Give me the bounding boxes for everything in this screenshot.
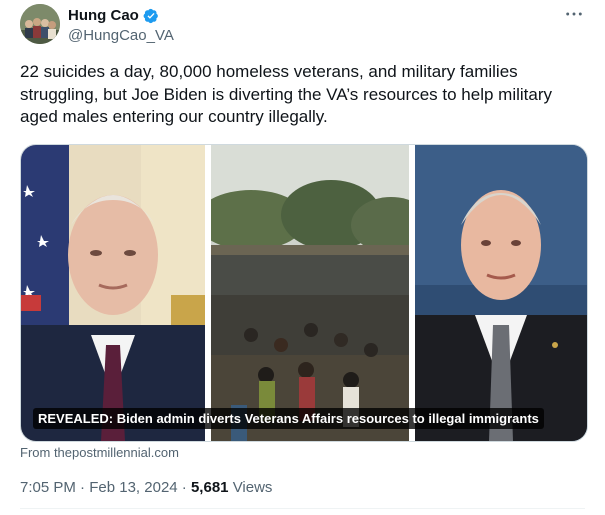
avatar[interactable]	[20, 4, 60, 44]
media-caption: REVEALED: Biden admin diverts Veterans A…	[33, 408, 544, 429]
divider	[20, 508, 585, 509]
tweet-card: Hung Cao @HungCao_VA 22 suicides a day, …	[0, 0, 605, 515]
media-panel-left-portrait	[21, 145, 205, 441]
views-label: Views	[232, 479, 273, 496]
media-panel-center-crowd	[211, 145, 409, 441]
media-image[interactable]: REVEALED: Biden admin diverts Veterans A…	[20, 144, 588, 442]
author-name[interactable]: Hung Cao	[68, 7, 139, 24]
post-meta: 7:05 PM · Feb 13, 2024 · 5,681 Views	[20, 479, 272, 496]
post-date[interactable]: Feb 13, 2024	[89, 479, 177, 496]
meta-separator: ·	[80, 479, 86, 496]
author-handle[interactable]: @HungCao_VA	[68, 27, 174, 44]
views-count: 5,681	[190, 479, 229, 496]
more-horizontal-icon[interactable]	[565, 4, 583, 22]
post-time[interactable]: 7:05 PM	[20, 479, 76, 496]
verified-badge-icon	[143, 8, 159, 24]
meta-separator: ·	[181, 479, 187, 496]
media-panel-right-portrait	[415, 145, 587, 441]
tweet-text: 22 suicides a day, 80,000 homeless veter…	[20, 62, 552, 126]
author-name-row: Hung Cao	[68, 7, 159, 24]
link-source[interactable]: From thepostmillennial.com	[20, 445, 179, 460]
